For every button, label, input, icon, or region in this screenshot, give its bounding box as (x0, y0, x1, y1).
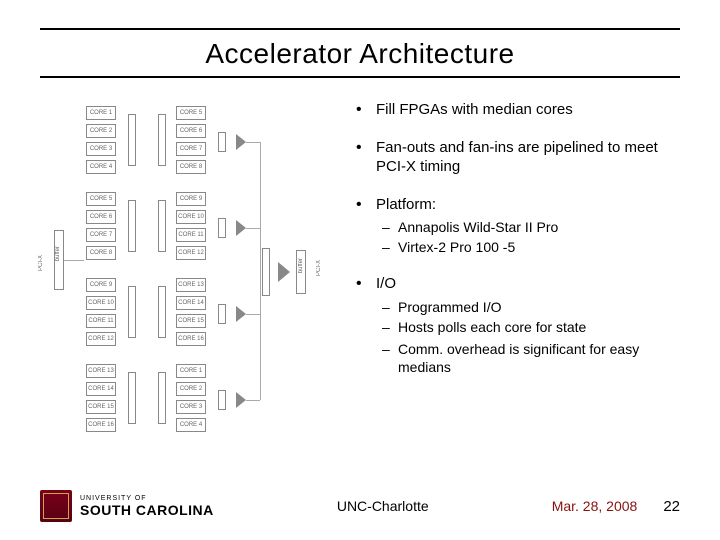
buffer-out (218, 390, 226, 410)
core-box: CORE 16 (86, 418, 116, 432)
core-box: CORE 15 (176, 314, 206, 328)
buffer-col (158, 286, 166, 338)
bullet-text: I/O (376, 275, 396, 292)
core-box: CORE 10 (176, 210, 206, 224)
core-box: CORE 8 (176, 160, 206, 174)
buffer-out (218, 304, 226, 324)
logo-top-line: UNIVERSITY OF (80, 495, 214, 502)
buffer-col (158, 114, 166, 166)
slide-title: Accelerator Architecture (40, 30, 680, 76)
university-logo: UNIVERSITY OF SOUTH CAROLINA (40, 490, 214, 522)
footer-date: Mar. 28, 2008 (552, 498, 638, 514)
core-box: CORE 3 (176, 400, 206, 414)
core-box: CORE 3 (86, 142, 116, 156)
core-box: CORE 4 (176, 418, 206, 432)
core-box: CORE 9 (86, 278, 116, 292)
wire (246, 142, 260, 143)
wire (64, 260, 84, 261)
core-box: CORE 15 (86, 400, 116, 414)
core-box: CORE 1 (86, 106, 116, 120)
bullet-item: Platform: Annapolis Wild-Star II Pro Vir… (352, 195, 680, 257)
logo-mark-icon (40, 490, 72, 522)
sub-bullet: Comm. overhead is significant for easy m… (376, 340, 680, 376)
core-box: CORE 12 (86, 332, 116, 346)
core-box: CORE 9 (176, 192, 206, 206)
sub-bullet: Programmed I/O (376, 298, 680, 316)
buffer-col (128, 114, 136, 166)
core-box: CORE 12 (176, 246, 206, 260)
buffer-final (262, 248, 270, 296)
core-box: CORE 11 (176, 228, 206, 242)
logo-text: UNIVERSITY OF SOUTH CAROLINA (80, 495, 214, 518)
buffer-col (158, 200, 166, 252)
core-box: CORE 6 (176, 124, 206, 138)
bullet-item: Fill FPGAs with median cores (352, 100, 680, 120)
bullet-text: Platform: (376, 196, 436, 213)
core-box: CORE 7 (176, 142, 206, 156)
core-box: CORE 5 (176, 106, 206, 120)
core-box: CORE 2 (176, 382, 206, 396)
wire (246, 400, 260, 401)
core-box: CORE 6 (86, 210, 116, 224)
core-box: CORE 2 (86, 124, 116, 138)
buffer-left-label: buffer (55, 246, 61, 261)
core-box: CORE 14 (176, 296, 206, 310)
core-box: CORE 5 (86, 192, 116, 206)
footer-right: Mar. 28, 2008 22 (552, 498, 680, 515)
arrow-icon (236, 392, 246, 408)
core-box: CORE 13 (176, 278, 206, 292)
sub-bullet: Annapolis Wild-Star II Pro (376, 218, 680, 236)
buffer-col (128, 372, 136, 424)
slide: Accelerator Architecture PCI-X buffer CO… (0, 0, 720, 540)
arrow-icon (236, 306, 246, 322)
footer: UNIVERSITY OF SOUTH CAROLINA UNC-Charlot… (0, 490, 720, 522)
sub-bullet: Virtex-2 Pro 100 -5 (376, 238, 680, 256)
wire (246, 228, 260, 229)
core-box: CORE 14 (86, 382, 116, 396)
arrow-icon (236, 134, 246, 150)
core-box: CORE 10 (86, 296, 116, 310)
core-box: CORE 13 (86, 364, 116, 378)
core-box: CORE 4 (86, 160, 116, 174)
buffer-right-label: buffer (298, 258, 304, 273)
bullet-item: I/O Programmed I/O Hosts polls each core… (352, 274, 680, 376)
arrow-icon (278, 262, 290, 282)
core-box: CORE 16 (176, 332, 206, 346)
logo-main-line: SOUTH CAROLINA (80, 502, 214, 518)
core-box: CORE 7 (86, 228, 116, 242)
sub-bullet: Hosts polls each core for state (376, 318, 680, 336)
buffer-out (218, 132, 226, 152)
wire (260, 142, 261, 400)
bullet-item: Fan-outs and fan-ins are pipelined to me… (352, 138, 680, 177)
footer-venue: UNC-Charlotte (337, 498, 429, 514)
core-box: CORE 1 (176, 364, 206, 378)
arrow-icon (236, 220, 246, 236)
bullet-text: Fill FPGAs with median cores (376, 101, 573, 118)
pcix-left-label: PCI-X (38, 255, 44, 271)
architecture-diagram: PCI-X buffer CORE 1 CORE 2 CORE 3 CORE 4… (40, 100, 340, 440)
content-row: PCI-X buffer CORE 1 CORE 2 CORE 3 CORE 4… (40, 78, 680, 440)
buffer-col (128, 286, 136, 338)
wire (246, 314, 260, 315)
core-box: CORE 11 (86, 314, 116, 328)
buffer-col (128, 200, 136, 252)
buffer-col (158, 372, 166, 424)
core-box: CORE 8 (86, 246, 116, 260)
page-number: 22 (663, 498, 680, 515)
buffer-out (218, 218, 226, 238)
bullet-text: Fan-outs and fan-ins are pipelined to me… (376, 139, 658, 176)
bullet-list: Fill FPGAs with median cores Fan-outs an… (352, 100, 680, 440)
pcix-right-label: PCI-X (316, 260, 322, 276)
